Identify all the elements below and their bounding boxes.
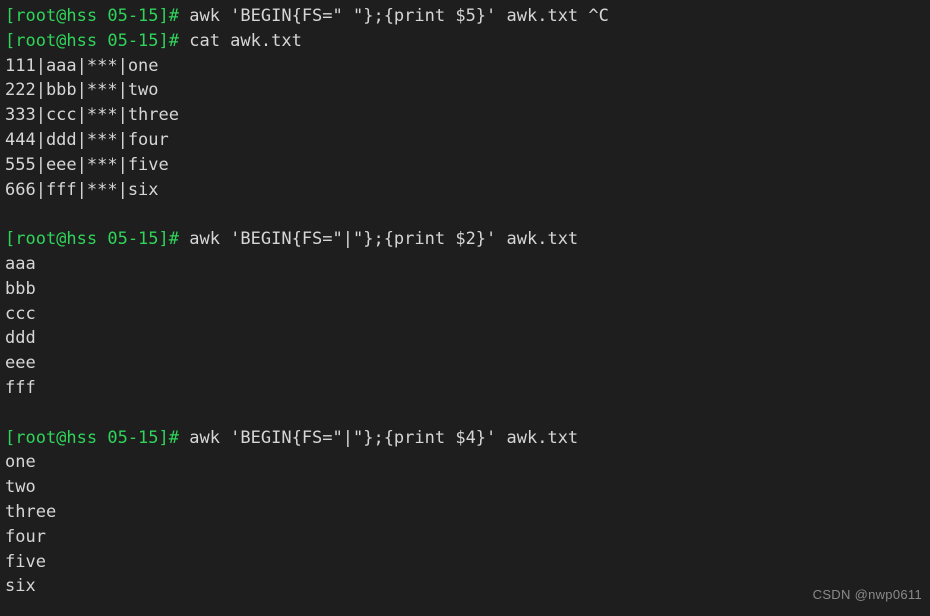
shell-output-text: four — [5, 526, 46, 547]
terminal-output-line: 444|ddd|***|four — [5, 128, 930, 153]
shell-output-text: six — [5, 576, 36, 597]
terminal-output-line: bbb — [5, 277, 930, 302]
watermark-label: CSDN @nwp0611 — [812, 587, 922, 603]
shell-output-text: five — [5, 551, 46, 572]
terminal-output-line: six — [5, 574, 930, 599]
shell-command: awk 'BEGIN{FS="|"};{print $4}' awk.txt — [179, 427, 579, 448]
terminal-output: [root@hss 05-15]# awk 'BEGIN{FS=" "};{pr… — [5, 4, 930, 599]
shell-output-text: ccc — [5, 303, 36, 324]
shell-prompt: [root@hss 05-15]# — [5, 229, 179, 250]
terminal-output-line: five — [5, 550, 930, 575]
shell-command: awk 'BEGIN{FS=" "};{print $5}' awk.txt ^… — [179, 6, 609, 26]
terminal-output-line: fff — [5, 376, 930, 401]
shell-output-text: one — [5, 452, 36, 473]
terminal-output-line: 111|aaa|***|one — [5, 54, 930, 79]
terminal-output-line: 222|bbb|***|two — [5, 78, 930, 103]
terminal-output-line: aaa — [5, 252, 930, 277]
terminal-output-line: ddd — [5, 326, 930, 351]
terminal-command-line: [root@hss 05-15]# awk 'BEGIN{FS="|"};{pr… — [5, 426, 930, 451]
shell-output-text: eee — [5, 353, 36, 374]
terminal-output-line: eee — [5, 351, 930, 376]
terminal-output-line: ccc — [5, 302, 930, 327]
shell-output-text: three — [5, 501, 57, 522]
shell-output-text: 111|aaa|***|one — [5, 55, 159, 76]
shell-command: cat awk.txt — [179, 30, 302, 51]
shell-output-text: 444|ddd|***|four — [5, 129, 169, 150]
shell-output-text: 222|bbb|***|two — [5, 80, 159, 101]
terminal-output-line: three — [5, 500, 930, 525]
shell-output-text: 555|eee|***|five — [5, 154, 169, 175]
shell-output-text: 333|ccc|***|three — [5, 105, 179, 126]
shell-output-text: ddd — [5, 328, 36, 349]
shell-output-text: 666|fff|***|six — [5, 179, 159, 200]
shell-prompt: [root@hss 05-15]# — [5, 30, 179, 51]
terminal-output-line: 666|fff|***|six — [5, 178, 930, 203]
terminal-output-line: two — [5, 475, 930, 500]
shell-output-text: two — [5, 477, 36, 498]
shell-prompt: [root@hss 05-15]# — [5, 6, 179, 26]
terminal-output-line: four — [5, 525, 930, 550]
terminal-output-line: 555|eee|***|five — [5, 153, 930, 178]
terminal-output-line: one — [5, 450, 930, 475]
terminal-command-line: [root@hss 05-15]# awk 'BEGIN{FS=" "};{pr… — [5, 4, 930, 29]
terminal-command-line: [root@hss 05-15]# awk 'BEGIN{FS="|"};{pr… — [5, 227, 930, 252]
terminal-window[interactable]: [root@hss 05-15]# awk 'BEGIN{FS=" "};{pr… — [0, 0, 930, 616]
shell-output-text: bbb — [5, 278, 36, 299]
terminal-command-line: [root@hss 05-15]# cat awk.txt — [5, 29, 930, 54]
shell-command: awk 'BEGIN{FS="|"};{print $2}' awk.txt — [179, 229, 579, 250]
shell-prompt: [root@hss 05-15]# — [5, 427, 179, 448]
shell-output-text: aaa — [5, 253, 36, 274]
terminal-output-line: 333|ccc|***|three — [5, 103, 930, 128]
shell-output-text: fff — [5, 377, 36, 398]
